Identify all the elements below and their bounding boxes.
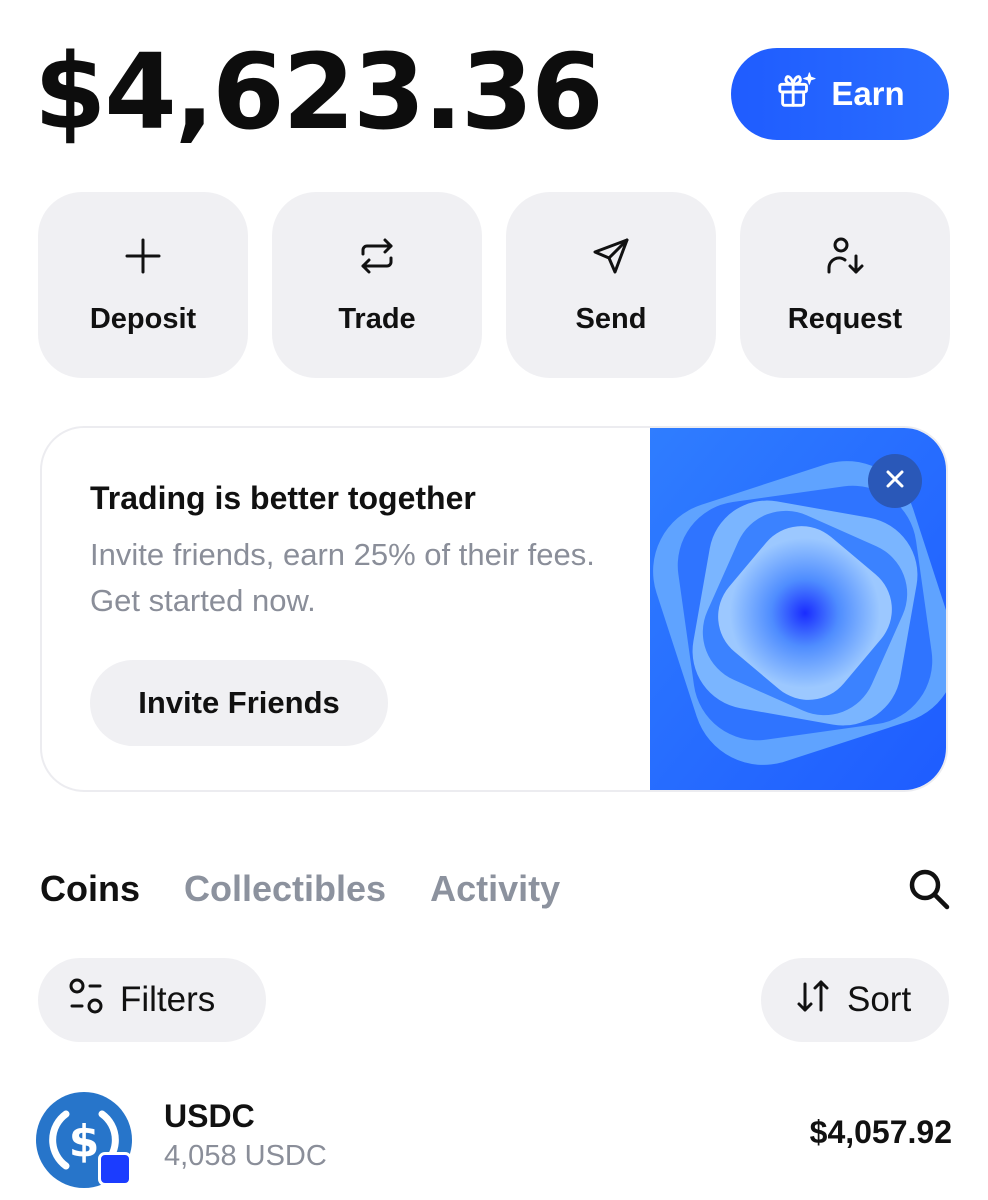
invite-promo-card: Trading is better together Invite friend… bbox=[40, 426, 948, 792]
coin-value: $4,057.92 bbox=[809, 1114, 952, 1150]
plus-icon bbox=[121, 234, 165, 283]
sort-label: Sort bbox=[847, 980, 912, 1019]
coin-name: USDC bbox=[164, 1098, 255, 1134]
trade-label: Trade bbox=[338, 303, 416, 335]
earn-button[interactable]: Earn bbox=[731, 48, 949, 140]
paper-plane-icon bbox=[589, 234, 633, 283]
person-arrow-down-icon bbox=[823, 234, 867, 283]
sort-button[interactable]: Sort bbox=[761, 958, 949, 1042]
tab-collectibles[interactable]: Collectibles bbox=[184, 868, 386, 910]
close-promo-button[interactable] bbox=[868, 454, 922, 508]
request-button[interactable]: Request bbox=[740, 192, 950, 378]
request-label: Request bbox=[787, 303, 903, 335]
tab-coins[interactable]: Coins bbox=[40, 868, 140, 910]
trade-button[interactable]: Trade bbox=[272, 192, 482, 378]
filters-icon bbox=[66, 976, 106, 1025]
search-button[interactable] bbox=[906, 866, 952, 912]
promo-text: Invite friends, earn 25% of their fees. … bbox=[90, 537, 595, 618]
deposit-label: Deposit bbox=[89, 303, 197, 335]
search-icon bbox=[909, 869, 950, 910]
filters-button[interactable]: Filters bbox=[38, 958, 266, 1042]
svg-text:$: $ bbox=[69, 1116, 100, 1167]
coin-row-usdc[interactable]: $ USDC 4,058 USDC $4,057.92 bbox=[36, 1080, 952, 1190]
total-balance: $4,623.36 bbox=[34, 31, 604, 153]
tab-activity[interactable]: Activity bbox=[430, 868, 560, 910]
earn-label: Earn bbox=[831, 75, 905, 112]
close-icon bbox=[884, 468, 906, 495]
invite-friends-button[interactable]: Invite Friends bbox=[90, 660, 388, 746]
network-badge bbox=[98, 1152, 132, 1186]
swap-arrows-icon bbox=[355, 234, 399, 283]
send-label: Send bbox=[575, 303, 647, 335]
deposit-button[interactable]: Deposit bbox=[38, 192, 248, 378]
asset-tabs: Coins Collectibles Activity bbox=[40, 868, 560, 910]
sort-arrows-icon bbox=[793, 976, 833, 1025]
promo-title: Trading is better together bbox=[90, 480, 476, 516]
coin-amount: 4,058 USDC bbox=[164, 1140, 327, 1172]
send-button[interactable]: Send bbox=[506, 192, 716, 378]
quick-actions: Deposit Trade Send Request bbox=[38, 192, 950, 378]
filters-label: Filters bbox=[120, 980, 216, 1019]
gift-sparkle-icon bbox=[775, 69, 817, 119]
